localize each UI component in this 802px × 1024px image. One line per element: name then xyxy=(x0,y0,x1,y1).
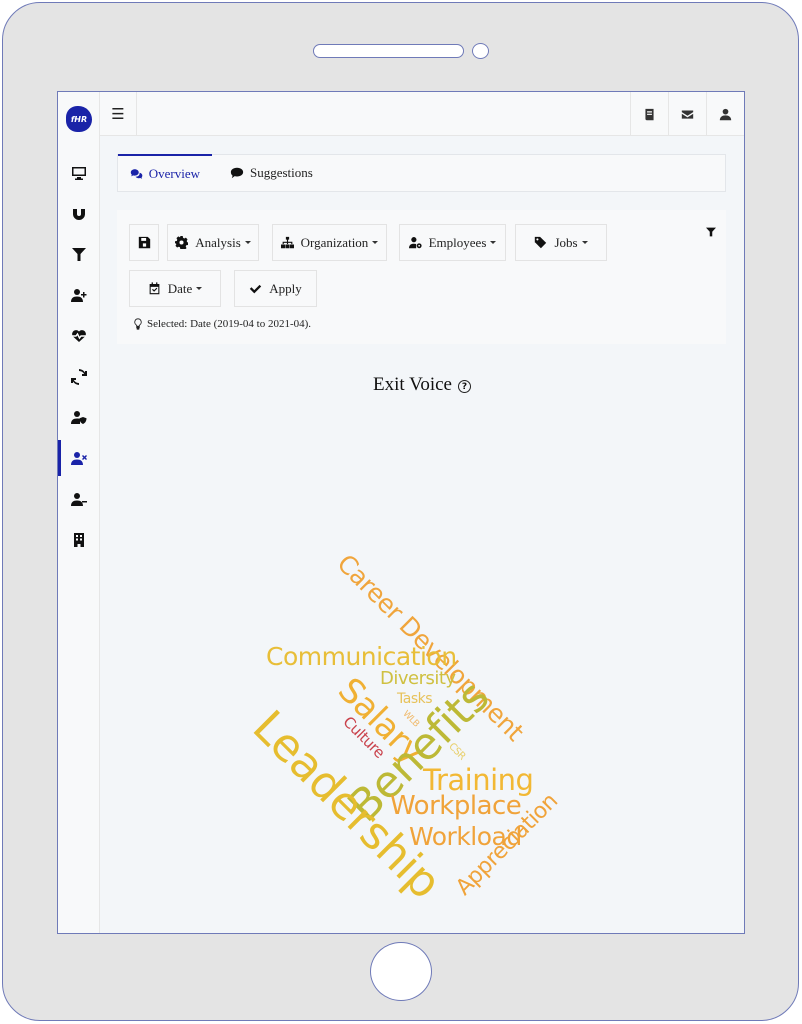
menu-toggle-button[interactable]: ☰ xyxy=(100,92,137,136)
sidebar-item-funnel[interactable] xyxy=(58,234,100,274)
sidebar-item-engagement[interactable] xyxy=(58,316,100,356)
save-icon xyxy=(138,236,150,249)
filter-toggle-button[interactable] xyxy=(706,224,716,242)
app-screen: fHR ☰ Overview Suggestions Analysis Orga… xyxy=(57,91,745,934)
caret-down-icon xyxy=(196,287,203,290)
jobs-dropdown[interactable]: Jobs xyxy=(515,224,607,261)
jobs-label: Jobs xyxy=(554,234,578,250)
selected-filter-text: Selected: Date (2019-04 to 2021-04). xyxy=(147,318,312,330)
organization-dropdown[interactable]: Organization xyxy=(272,224,387,261)
cog-icon xyxy=(175,236,189,249)
word-leadership[interactable]: Leadership xyxy=(243,700,452,909)
app-logo[interactable]: fHR xyxy=(66,106,92,132)
documentation-button[interactable] xyxy=(630,92,668,136)
tag-icon xyxy=(535,236,547,249)
word-workload[interactable]: Workload xyxy=(409,824,522,849)
tablet-camera xyxy=(472,43,489,59)
lightbulb-icon xyxy=(134,318,142,330)
sidebar-item-organization[interactable] xyxy=(58,520,100,560)
word-workplace[interactable]: Workplace xyxy=(390,793,522,819)
caret-down-icon xyxy=(244,241,251,244)
sidebar-item-attraction[interactable] xyxy=(58,194,100,234)
apply-label: Apply xyxy=(269,280,302,296)
view-tabs: Overview Suggestions xyxy=(117,154,726,192)
caret-down-icon xyxy=(490,241,497,244)
filter-icon xyxy=(72,248,86,261)
user-minus-icon xyxy=(71,493,87,506)
caret-down-icon xyxy=(581,241,588,244)
word-culture[interactable]: Culture xyxy=(339,713,388,762)
employees-label: Employees xyxy=(428,234,487,250)
sidebar-item-offboarding[interactable] xyxy=(58,479,100,519)
filter-icon xyxy=(706,227,716,237)
comments-icon xyxy=(130,169,143,179)
word-wlb[interactable]: WLB xyxy=(401,709,421,729)
apply-button[interactable]: Apply xyxy=(234,270,317,307)
sidebar: fHR xyxy=(58,92,100,933)
section-title: Exit Voice ? xyxy=(58,374,744,396)
organization-label: Organization xyxy=(300,234,369,250)
comment-icon xyxy=(230,167,244,179)
sidebar-item-compliance[interactable] xyxy=(58,397,100,437)
tablet-speaker xyxy=(313,44,464,58)
user-times-icon xyxy=(71,452,87,465)
word-appreciation[interactable]: Appreciation xyxy=(451,789,563,901)
magnet-icon xyxy=(73,209,85,220)
sidebar-item-onboarding[interactable] xyxy=(58,275,100,315)
word-tasks[interactable]: Tasks xyxy=(397,692,433,706)
word-csr[interactable]: CSR xyxy=(446,741,467,762)
user-shield-icon xyxy=(71,411,87,424)
calendar-check-icon xyxy=(149,282,160,295)
tab-overview[interactable]: Overview xyxy=(118,154,212,192)
date-label: Date xyxy=(167,280,193,296)
analysis-dropdown[interactable]: Analysis xyxy=(167,224,259,261)
book-icon xyxy=(645,108,654,120)
tablet-home-button[interactable] xyxy=(370,942,432,1001)
check-icon xyxy=(250,284,262,294)
word-career-development[interactable]: Career Development xyxy=(331,549,529,747)
sitemap-icon xyxy=(280,236,294,249)
user-profile-button[interactable] xyxy=(706,92,744,136)
top-bar: ☰ xyxy=(100,92,744,136)
word-salary[interactable]: Salary xyxy=(330,670,432,772)
hamburger-icon: ☰ xyxy=(111,105,125,123)
analysis-label: Analysis xyxy=(195,234,241,250)
date-dropdown[interactable]: Date xyxy=(129,270,221,307)
sidebar-item-dashboard[interactable] xyxy=(58,153,100,193)
desktop-icon xyxy=(72,167,86,180)
top-bar-actions xyxy=(630,92,744,136)
user-icon xyxy=(719,108,732,120)
messages-button[interactable] xyxy=(668,92,706,136)
word-diversity[interactable]: Diversity xyxy=(380,670,456,688)
save-button[interactable] xyxy=(129,224,159,261)
filter-panel: Analysis Organization Employees Jobs Dat… xyxy=(117,210,726,344)
word-communication[interactable]: Communication xyxy=(266,644,457,669)
heartbeat-icon xyxy=(72,330,86,342)
building-icon xyxy=(74,533,84,547)
tab-suggestions-label: Suggestions xyxy=(250,165,313,180)
word-training[interactable]: Training xyxy=(423,766,534,795)
envelope-icon xyxy=(681,109,694,119)
sidebar-item-exit[interactable] xyxy=(58,438,100,478)
employees-dropdown[interactable]: Employees xyxy=(399,224,506,261)
exit-voice-title: Exit Voice xyxy=(373,374,452,395)
user-cog-icon xyxy=(408,237,422,249)
selected-filter-summary: Selected: Date (2019-04 to 2021-04). xyxy=(133,318,311,330)
tab-overview-label: Overview xyxy=(148,166,200,181)
word-benefits[interactable]: Benefits xyxy=(338,671,499,832)
caret-down-icon xyxy=(372,241,379,244)
user-plus-icon xyxy=(71,289,87,302)
tab-suggestions[interactable]: Suggestions xyxy=(218,154,325,192)
question-circle-icon[interactable]: ? xyxy=(458,380,471,393)
